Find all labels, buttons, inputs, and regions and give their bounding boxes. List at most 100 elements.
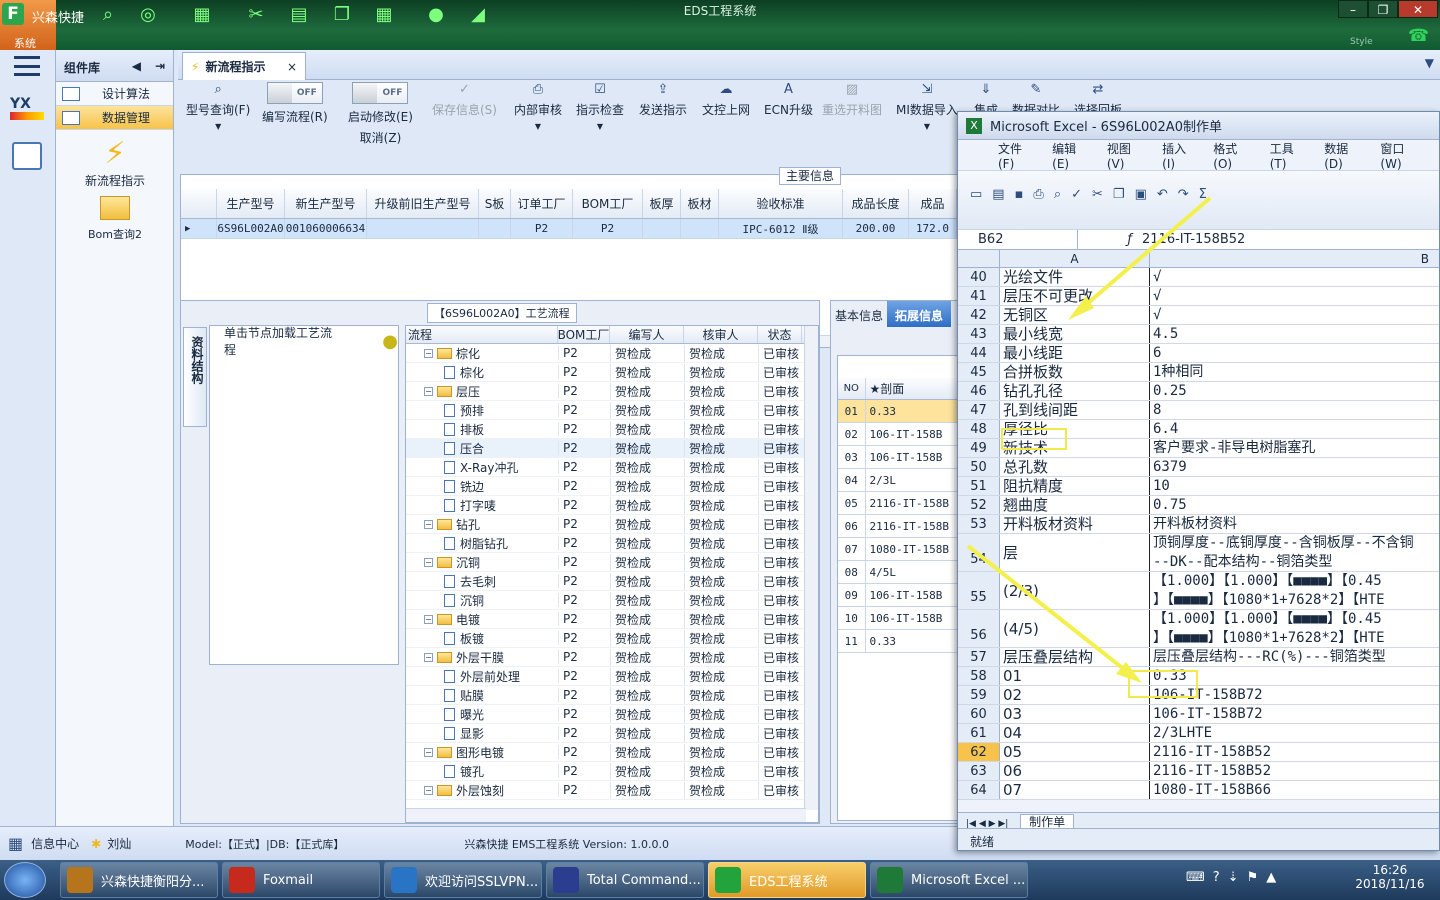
- cell-a[interactable]: 翘曲度: [1000, 496, 1150, 514]
- excel-row[interactable]: 40 光绘文件 √: [958, 268, 1439, 287]
- table-row[interactable]: 曝光 P2 贺检成 贺检成 已审核: [406, 705, 818, 724]
- table-row[interactable]: 11 0.33: [838, 630, 958, 653]
- row-number[interactable]: 52: [958, 496, 1000, 514]
- cell-b[interactable]: 开料板材资料: [1150, 515, 1439, 533]
- row-number[interactable]: 44: [958, 344, 1000, 362]
- table-row[interactable]: 03 106-IT-158B: [838, 446, 958, 469]
- cell-b[interactable]: 2116-IT-158B52: [1150, 743, 1439, 761]
- clock[interactable]: 16:26 2018/11/16: [1352, 863, 1428, 891]
- excel-row[interactable]: 64 07 1080-IT-158B66: [958, 781, 1439, 800]
- table-row[interactable]: 贴膜 P2 贺检成 贺检成 已审核: [406, 686, 818, 705]
- cell-a[interactable]: 06: [1000, 762, 1150, 780]
- tab-basic-info[interactable]: 基本信息: [831, 301, 887, 327]
- table-row[interactable]: − 图形电镀 P2 贺检成 贺检成 已审核: [406, 743, 818, 762]
- row-number[interactable]: 50: [958, 458, 1000, 476]
- excel-row[interactable]: 47 孔到线间距 8: [958, 401, 1439, 420]
- excel-row[interactable]: 58 01 0.33: [958, 667, 1439, 686]
- shortcut-new-process[interactable]: ⚡ 新流程指示: [56, 136, 174, 189]
- menu-file[interactable]: 文件(F): [998, 140, 1034, 171]
- internal-review-button[interactable]: ⎙ 内部审核 ▼: [514, 82, 562, 168]
- table-row[interactable]: − 外层干膜 P2 贺检成 贺检成 已审核: [406, 648, 818, 667]
- new-icon[interactable]: ▭: [970, 187, 982, 229]
- collapse-icon[interactable]: ◀: [132, 59, 141, 73]
- excel-row[interactable]: 43 最小线宽 4.5: [958, 325, 1439, 344]
- table-row[interactable]: 打字唛 P2 贺检成 贺检成 已审核: [406, 496, 818, 515]
- table-row[interactable]: 去毛刺 P2 贺检成 贺检成 已审核: [406, 572, 818, 591]
- row-number[interactable]: 58: [958, 667, 1000, 685]
- excel-row[interactable]: 51 阻抗精度 10: [958, 477, 1439, 496]
- excel-row[interactable]: 63 06 2116-IT-158B52: [958, 762, 1439, 781]
- row-number[interactable]: 64: [958, 781, 1000, 799]
- menu-window[interactable]: 窗口(W): [1380, 140, 1421, 171]
- cell-a[interactable]: 04: [1000, 724, 1150, 742]
- taskbar-item[interactable]: 兴森快捷衡阳分...: [60, 862, 218, 898]
- preview-icon[interactable]: ⌕: [1054, 187, 1061, 229]
- table-row[interactable]: 预排 P2 贺检成 贺检成 已审核: [406, 401, 818, 420]
- copy-icon[interactable]: ❐: [1113, 187, 1125, 229]
- cell-b[interactable]: 0.75: [1150, 496, 1439, 514]
- write-process-toggle[interactable]: OFF 编写流程(R): [262, 82, 328, 168]
- phone-icon[interactable]: ☎: [1408, 26, 1429, 46]
- network-icon[interactable]: ▲: [1266, 870, 1276, 885]
- excel-row[interactable]: 46 钻孔孔径 0.25: [958, 382, 1439, 401]
- cut-icon[interactable]: ✂: [1092, 187, 1103, 229]
- table-row[interactable]: 沉铜 P2 贺检成 贺检成 已审核: [406, 591, 818, 610]
- taskbar-item[interactable]: EDS工程系统: [708, 862, 866, 898]
- tab-extended-info[interactable]: 拓展信息: [887, 301, 952, 327]
- table-row[interactable]: 04 2/3L: [838, 469, 958, 492]
- row-number[interactable]: 60: [958, 705, 1000, 723]
- table-row[interactable]: 01 0.33: [838, 400, 958, 423]
- flag-icon[interactable]: ⚑: [1247, 870, 1259, 885]
- cell-b[interactable]: 4.5: [1150, 325, 1439, 343]
- table-row[interactable]: 铣边 P2 贺检成 贺检成 已审核: [406, 477, 818, 496]
- row-number[interactable]: 56: [958, 610, 1000, 647]
- table-row[interactable]: − 钻孔 P2 贺检成 贺检成 已审核: [406, 515, 818, 534]
- excel-row[interactable]: 54 层顶铜厚度--底铜厚度--含铜板厚--不含铜 --DK--配本结构--铜箔类型: [958, 534, 1439, 572]
- collapse-icon[interactable]: −: [424, 785, 433, 795]
- table-row[interactable]: 镀孔 P2 贺检成 贺检成 已审核: [406, 762, 818, 781]
- menu-format[interactable]: 格式(O): [1213, 140, 1251, 171]
- row-number[interactable]: 57: [958, 648, 1000, 666]
- reselect-cutting-button[interactable]: ▨ 重选开料图: [822, 82, 882, 168]
- cell-a[interactable]: 孔到线间距: [1000, 401, 1150, 419]
- cell-a[interactable]: 层压叠层结构: [1000, 648, 1150, 666]
- excel-row[interactable]: 55 (2/3) 【1.000】【1.000】【■■■■】【0.45 】【■■■■】【…: [958, 572, 1439, 610]
- formula-input[interactable]: 2116-IT-158B52: [1138, 230, 1439, 249]
- menu-edit[interactable]: 编辑(E): [1052, 140, 1089, 171]
- excel-row[interactable]: 59 02 106-IT-158B72: [958, 686, 1439, 705]
- excel-row[interactable]: 53 开料板材资料 开料板材资料: [958, 515, 1439, 534]
- taskbar-item[interactable]: Microsoft Excel ...: [870, 862, 1028, 898]
- cell-a[interactable]: 07: [1000, 781, 1150, 799]
- redo-icon[interactable]: ↷: [1178, 187, 1189, 229]
- row-number[interactable]: 42: [958, 306, 1000, 324]
- cell-a[interactable]: (2/3): [1000, 572, 1150, 609]
- taskbar-item[interactable]: Foxmail: [222, 862, 380, 898]
- tab-dropdown-icon[interactable]: ▼: [1425, 56, 1434, 70]
- table-row[interactable]: 显影 P2 贺检成 贺检成 已审核: [406, 724, 818, 743]
- table-row[interactable]: 06 2116-IT-158B: [838, 515, 958, 538]
- cell-a[interactable]: 开料板材资料: [1000, 515, 1150, 533]
- row-number[interactable]: 40: [958, 268, 1000, 286]
- windows-grid-icon[interactable]: ▦: [8, 834, 23, 853]
- tab-close-icon[interactable]: ×: [287, 60, 297, 74]
- cell-b[interactable]: √: [1150, 306, 1439, 324]
- row-number[interactable]: 41: [958, 287, 1000, 305]
- excel-row[interactable]: 41 层压不可更改 √: [958, 287, 1439, 306]
- off-toggle[interactable]: OFF: [266, 82, 323, 104]
- cell-b[interactable]: 【1.000】【1.000】【■■■■】【0.45 】【■■■■】【1080*1+…: [1150, 572, 1439, 609]
- row-number[interactable]: 45: [958, 363, 1000, 381]
- open-icon[interactable]: ▤: [992, 187, 1004, 229]
- row-number[interactable]: 49: [958, 439, 1000, 457]
- cell-b[interactable]: 1080-IT-158B66: [1150, 781, 1439, 799]
- cell-a[interactable]: 层: [1000, 534, 1150, 571]
- tray-arrow-icon[interactable]: ⇣: [1228, 870, 1239, 885]
- load-hint[interactable]: 单击节点加载工艺流程 ●: [210, 326, 398, 357]
- cell-a[interactable]: 光绘文件: [1000, 268, 1150, 286]
- undo-icon[interactable]: ↶: [1157, 187, 1168, 229]
- model-query-button[interactable]: ⌕ 型号查询(F) ▼: [186, 82, 250, 168]
- print-icon[interactable]: ⎙: [1033, 187, 1043, 229]
- table-row[interactable]: 09 106-IT-158B: [838, 584, 958, 607]
- cell-b[interactable]: 6.4: [1150, 420, 1439, 438]
- save-icon[interactable]: ▪: [1015, 187, 1024, 229]
- excel-row[interactable]: 44 最小线距 6: [958, 344, 1439, 363]
